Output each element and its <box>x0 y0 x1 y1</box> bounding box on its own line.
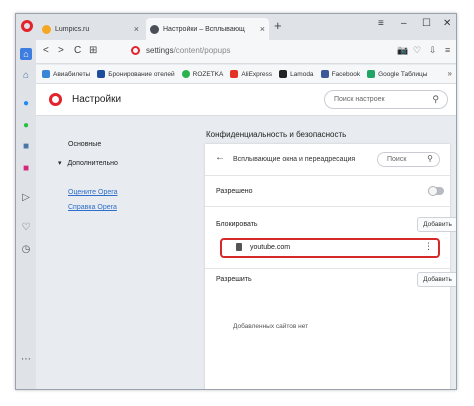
tab-settings[interactable]: Настройки – Всплывающ × <box>146 18 269 40</box>
easy-setup-icon[interactable]: ≡ <box>378 18 384 29</box>
bookmark-item[interactable]: Бронирование отелей <box>97 70 175 78</box>
lumpics-favicon-icon <box>42 24 51 34</box>
flow-icon[interactable]: ▷ <box>20 192 32 204</box>
new-tab-button[interactable]: + <box>274 18 282 33</box>
bookmark-item[interactable]: ROZETKA <box>181 70 224 78</box>
add-block-button[interactable]: Добавить <box>417 217 456 232</box>
menu-item-basic[interactable]: Основные <box>68 141 101 148</box>
messenger-icon[interactable]: ● <box>20 98 32 110</box>
popups-title: Всплывающие окна и переадресация <box>233 156 356 163</box>
restore-button[interactable]: ☐ <box>422 18 431 29</box>
divider <box>205 206 450 207</box>
rate-opera-link[interactable]: Оцените Opera <box>68 189 117 196</box>
bookmark-heart-icon[interactable]: ♡ <box>413 45 421 56</box>
allowed-toggle[interactable] <box>428 186 444 196</box>
blocked-site-host: youtube.com <box>250 244 291 251</box>
aliexpress-icon <box>230 70 239 78</box>
bookmark-label: Бронирование отелей <box>108 70 175 78</box>
divider <box>205 268 450 269</box>
bookmark-label: AliExpress <box>241 70 273 78</box>
minimize-button[interactable]: – <box>401 18 407 29</box>
bookmarks-bar: Авиабилеты Бронирование отелей ROZETKA A… <box>36 65 456 84</box>
allowed-label: Разрешено <box>216 188 253 195</box>
bookmark-label: Facebook <box>331 70 361 78</box>
reload-button[interactable]: C <box>74 45 81 56</box>
back-button[interactable]: < <box>43 45 49 56</box>
forward-button[interactable]: > <box>58 45 64 56</box>
speed-dial-icon[interactable]: ⌂ <box>20 48 32 60</box>
back-arrow-icon[interactable]: ← <box>215 152 225 163</box>
opera-page-icon <box>131 46 140 55</box>
file-icon <box>236 243 242 251</box>
bookmark-item[interactable]: AliExpress <box>230 70 272 78</box>
bookmarks-more-button[interactable]: » <box>448 69 452 78</box>
allow-empty-text: Добавленных сайтов нет <box>233 323 309 330</box>
tabs-grid-icon[interactable]: ⊞ <box>89 45 97 56</box>
google-sheets-icon <box>367 70 376 78</box>
tab-bar: Lumpics.ru × Настройки – Всплывающ × + ≡… <box>16 14 456 40</box>
chevron-down-icon: ▾ <box>58 160 62 167</box>
page-title: Настройки <box>72 94 122 105</box>
bookmark-label: Lamoda <box>290 70 314 78</box>
whatsapp-icon[interactable]: ● <box>20 120 32 132</box>
avia-icon <box>42 70 50 78</box>
bookmark-label: Google Таблицы <box>378 70 428 78</box>
popups-card: ← Всплывающие окна и переадресация Поиск… <box>205 144 456 389</box>
tab-title: Настройки – Всплывающ <box>163 25 245 33</box>
settings-search-placeholder: Поиск настроек <box>334 96 385 103</box>
vk-icon[interactable]: ■ <box>20 141 32 153</box>
tab-close-icon[interactable]: × <box>260 24 265 34</box>
close-window-button[interactable]: ✕ <box>443 18 451 29</box>
menu-item-advanced[interactable]: ▾ Дополнительно <box>58 159 118 167</box>
tab-lumpics[interactable]: Lumpics.ru × <box>38 18 143 40</box>
download-icon[interactable]: ⇩ <box>429 45 437 56</box>
more-vert-icon[interactable]: ⋮ <box>424 241 433 252</box>
bookmark-label: ROZETKA <box>192 70 224 78</box>
toggle-knob <box>428 186 438 196</box>
address-bar: < > C ⊞ settings/content/popups 📷 ♡ ⇩ ≡ <box>36 40 456 64</box>
facebook-icon <box>320 70 329 78</box>
opera-sidebar: ⌂ ⌂ ● ● ■ ■ ▷ ♡ ◷ ⋯ <box>16 40 36 389</box>
search-icon: ⚲ <box>432 94 439 104</box>
block-label: Блокировать <box>216 221 258 228</box>
history-icon[interactable]: ◷ <box>20 244 32 256</box>
menu-item-advanced-label: Дополнительно <box>67 160 118 167</box>
snapshot-icon[interactable]: 📷 <box>397 45 408 56</box>
popups-search-placeholder: Поиск <box>387 156 407 163</box>
easy-setup-menu-icon[interactable]: ≡ <box>445 45 450 55</box>
bookmark-item[interactable]: Google Таблицы <box>367 70 427 78</box>
url-path: /content/popups <box>173 46 231 55</box>
url-field[interactable]: settings/content/popups <box>146 46 231 55</box>
popups-search-input[interactable]: Поиск ⚲ <box>377 152 440 167</box>
settings-favicon-icon <box>150 24 159 34</box>
bookmark-item[interactable]: Авиабилеты <box>42 70 90 78</box>
settings-menu: Основные ▾ Дополнительно Оцените Opera С… <box>36 117 191 389</box>
settings-content: Конфиденциальность и безопасность ← Вспл… <box>191 117 456 389</box>
section-title: Конфиденциальность и безопасность <box>206 130 347 139</box>
search-icon: ⚲ <box>427 154 433 163</box>
bookmark-label: Авиабилеты <box>53 70 91 78</box>
settings-search-input[interactable]: Поиск настроек ⚲ <box>324 90 448 109</box>
opera-menu-icon[interactable] <box>21 20 33 32</box>
instagram-icon[interactable]: ■ <box>20 163 32 175</box>
add-allow-button[interactable]: Добавить <box>417 272 456 287</box>
rozetka-icon <box>181 70 190 78</box>
allow-label: Разрешить <box>216 276 252 283</box>
home-icon[interactable]: ⌂ <box>20 70 32 82</box>
opera-logo-icon <box>49 93 62 106</box>
divider <box>205 175 450 176</box>
help-opera-link[interactable]: Справка Opera <box>68 204 117 211</box>
browser-window: Lumpics.ru × Настройки – Всплывающ × + ≡… <box>15 13 457 390</box>
bookmark-item[interactable]: Lamoda <box>279 70 314 78</box>
tab-title: Lumpics.ru <box>55 25 90 33</box>
blocked-site-row: youtube.com ⋮ <box>220 238 440 258</box>
lamoda-icon <box>279 70 288 78</box>
tab-close-icon[interactable]: × <box>134 24 139 34</box>
bookmark-item[interactable]: Facebook <box>320 70 361 78</box>
booking-icon <box>97 70 106 78</box>
bookmarks-heart-icon[interactable]: ♡ <box>20 222 32 234</box>
settings-header: Настройки Поиск настроек ⚲ <box>36 84 456 116</box>
url-host: settings <box>146 46 174 55</box>
more-icon[interactable]: ⋯ <box>20 354 32 366</box>
